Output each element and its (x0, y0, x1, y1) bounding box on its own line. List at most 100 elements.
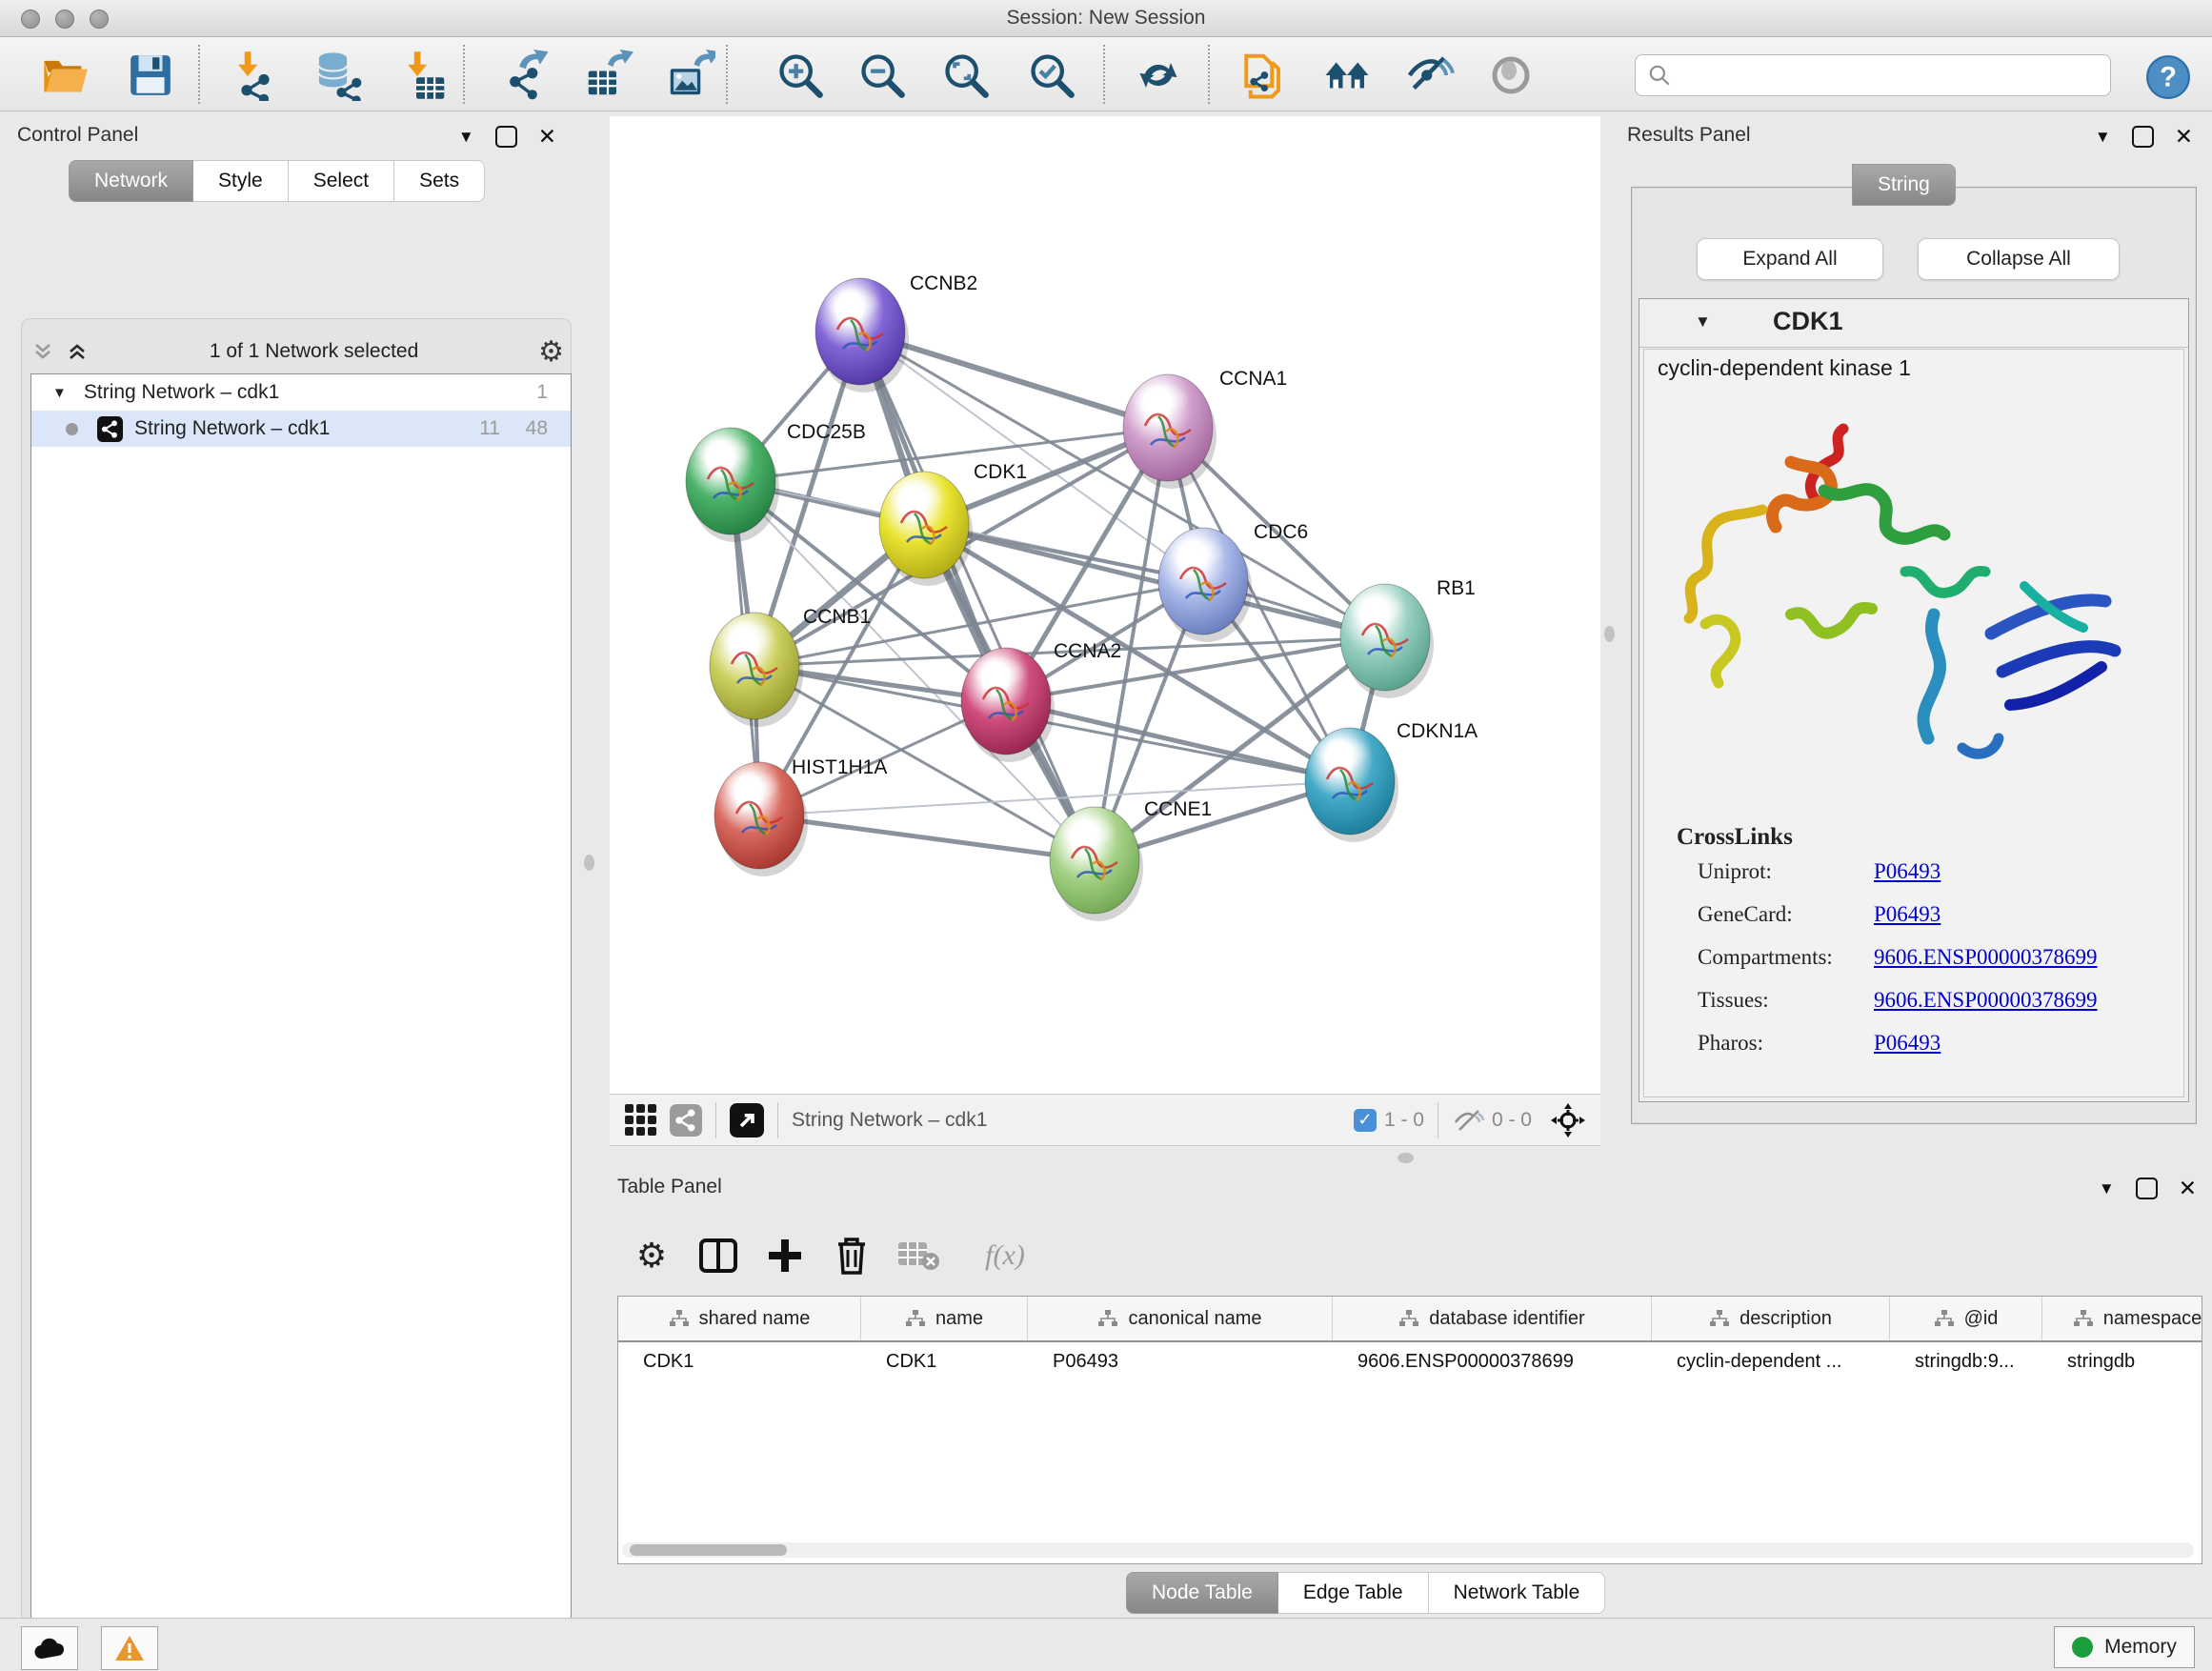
memory-button[interactable]: Memory (2054, 1626, 2195, 1668)
network-node-ccnb1[interactable]: CCNB1 (710, 606, 871, 727)
network-node-ccne1[interactable]: CCNE1 (1050, 798, 1212, 921)
export-network-icon[interactable] (499, 49, 553, 102)
network-canvas[interactable]: CCNB2CCNA1CDC25BCDK1CDC6RB1CCNB1CCNA2CDK… (610, 116, 1600, 1094)
export-image-icon[interactable] (663, 49, 716, 102)
birdseye-icon[interactable] (625, 1104, 656, 1136)
vertical-splitter-handle[interactable] (584, 855, 594, 871)
column-header-description[interactable]: description (1652, 1297, 1890, 1340)
help-icon[interactable]: ? (2142, 50, 2195, 104)
export-table-icon[interactable] (581, 49, 634, 102)
crosslink-link[interactable]: 9606.ENSP00000378699 (1874, 945, 2098, 970)
tab-node-table[interactable]: Node Table (1126, 1572, 1278, 1614)
create-column-icon[interactable] (760, 1231, 810, 1280)
column-header-database-identifier[interactable]: database identifier (1333, 1297, 1652, 1340)
first-neighbors-icon[interactable] (1132, 49, 1185, 102)
cell[interactable]: cyclin-dependent ... (1652, 1342, 1890, 1380)
panel-float-icon[interactable] (2136, 1178, 2158, 1199)
horizontal-splitter-handle[interactable] (1398, 1153, 1414, 1163)
function-builder-icon[interactable]: f(x) (962, 1231, 1048, 1280)
panel-collapse-icon[interactable]: ▼ (2099, 1179, 2115, 1198)
vertical-splitter-handle[interactable] (1604, 626, 1615, 642)
open-file-icon[interactable] (38, 49, 91, 102)
panel-collapse-icon[interactable]: ▼ (2095, 128, 2111, 147)
network-collection-row[interactable]: ▼ String Network – cdk1 1 (31, 374, 571, 411)
zoom-selected-icon[interactable] (1025, 49, 1078, 102)
crosslink-link[interactable]: P06493 (1874, 1031, 1941, 1056)
tab-network[interactable]: Network (69, 160, 193, 202)
string-network-icon[interactable] (670, 1104, 702, 1137)
cloud-button[interactable] (21, 1626, 78, 1670)
neighborhood-icon[interactable] (1320, 49, 1374, 102)
expand-all-button[interactable]: Expand All (1697, 238, 1883, 280)
delete-column-icon[interactable] (827, 1231, 876, 1280)
network-node-ccna2[interactable]: CCNA2 (961, 640, 1121, 762)
gear-icon[interactable]: ⚙ (538, 335, 564, 369)
fit-content-icon[interactable] (1549, 1101, 1587, 1139)
save-session-icon[interactable] (124, 49, 177, 102)
clone-network-icon[interactable] (1235, 49, 1288, 102)
search-input[interactable] (1679, 64, 2110, 88)
collapse-all-button[interactable]: Collapse All (1918, 238, 2120, 280)
table-row[interactable]: CDK1CDK1P064939606.ENSP00000378699cyclin… (618, 1342, 2202, 1380)
panel-collapse-icon[interactable]: ▼ (458, 128, 474, 147)
network-node-ccnb2[interactable]: CCNB2 (815, 272, 977, 393)
network-node-cdkn1a[interactable]: CDKN1A (1305, 720, 1478, 842)
import-table-icon[interactable] (398, 49, 452, 102)
collapse-all-icon[interactable] (30, 340, 55, 363)
panel-close-icon[interactable]: ✕ (538, 126, 556, 148)
network-row[interactable]: String Network – cdk1 11 48 (31, 411, 571, 447)
tab-string[interactable]: String (1852, 164, 1956, 206)
import-network-file-icon[interactable] (229, 49, 282, 102)
show-columns-icon[interactable] (694, 1231, 743, 1280)
network-node-rb1[interactable]: RB1 (1340, 577, 1476, 698)
tab-select[interactable]: Select (289, 160, 394, 202)
horizontal-scrollbar[interactable] (622, 1542, 2194, 1558)
zoom-out-icon[interactable] (855, 49, 909, 102)
network-node-ccna1[interactable]: CCNA1 (1123, 368, 1287, 489)
network-edge[interactable] (860, 332, 1095, 860)
network-edge[interactable] (759, 815, 1095, 860)
cell[interactable]: CDK1 (618, 1342, 861, 1380)
warning-button[interactable] (101, 1626, 158, 1670)
panel-float-icon[interactable] (495, 126, 517, 148)
open-in-window-icon[interactable] (730, 1103, 764, 1137)
search-field[interactable] (1635, 54, 2111, 96)
cell[interactable]: CDK1 (861, 1342, 1028, 1380)
crosslink-link[interactable]: 9606.ENSP00000378699 (1874, 988, 2098, 1013)
network-node-hist1h1a[interactable]: HIST1H1A (714, 756, 887, 876)
gene-expander-icon[interactable]: ▼ (1695, 312, 1711, 332)
column-label: @id (1964, 1308, 1999, 1330)
hide-selected-icon[interactable] (1402, 49, 1456, 102)
import-network-database-icon[interactable] (311, 49, 364, 102)
tab-network-table[interactable]: Network Table (1429, 1572, 1606, 1614)
tab-style[interactable]: Style (193, 160, 289, 202)
selected-checkbox-icon[interactable]: ✓ (1354, 1109, 1377, 1132)
gene-header[interactable]: ▼ CDK1 (1639, 299, 2188, 348)
cell[interactable]: P06493 (1028, 1342, 1333, 1380)
expand-all-icon[interactable] (65, 340, 90, 363)
cell[interactable]: 9606.ENSP00000378699 (1333, 1342, 1652, 1380)
column-header-namespace[interactable]: namespace (2042, 1297, 2202, 1340)
zoom-in-icon[interactable] (774, 49, 827, 102)
cell[interactable]: stringdb:9... (1890, 1342, 2042, 1380)
column-header-name[interactable]: name (861, 1297, 1028, 1340)
column-header-shared-name[interactable]: shared name (618, 1297, 861, 1340)
tab-sets[interactable]: Sets (394, 160, 485, 202)
network-node-cdc6[interactable]: CDC6 (1158, 521, 1308, 642)
show-all-icon[interactable] (1484, 49, 1538, 102)
panel-close-icon[interactable]: ✕ (2175, 126, 2193, 148)
panel-float-icon[interactable] (2132, 126, 2154, 148)
panel-close-icon[interactable]: ✕ (2179, 1178, 2197, 1199)
cell[interactable]: stringdb (2042, 1342, 2202, 1380)
network-node-cdc25b[interactable]: CDC25B (686, 421, 866, 542)
scrollbar-thumb[interactable] (630, 1544, 787, 1556)
table-settings-gear-icon[interactable]: ⚙ (627, 1231, 676, 1280)
tree-expander-icon[interactable]: ▼ (52, 385, 67, 401)
column-header-canonical-name[interactable]: canonical name (1028, 1297, 1333, 1340)
tab-edge-table[interactable]: Edge Table (1278, 1572, 1429, 1614)
delete-table-icon[interactable] (894, 1231, 943, 1280)
column-header--id[interactable]: @id (1890, 1297, 2042, 1340)
crosslink-link[interactable]: P06493 (1874, 902, 1941, 927)
crosslink-link[interactable]: P06493 (1874, 859, 1941, 884)
zoom-fit-icon[interactable] (939, 49, 993, 102)
